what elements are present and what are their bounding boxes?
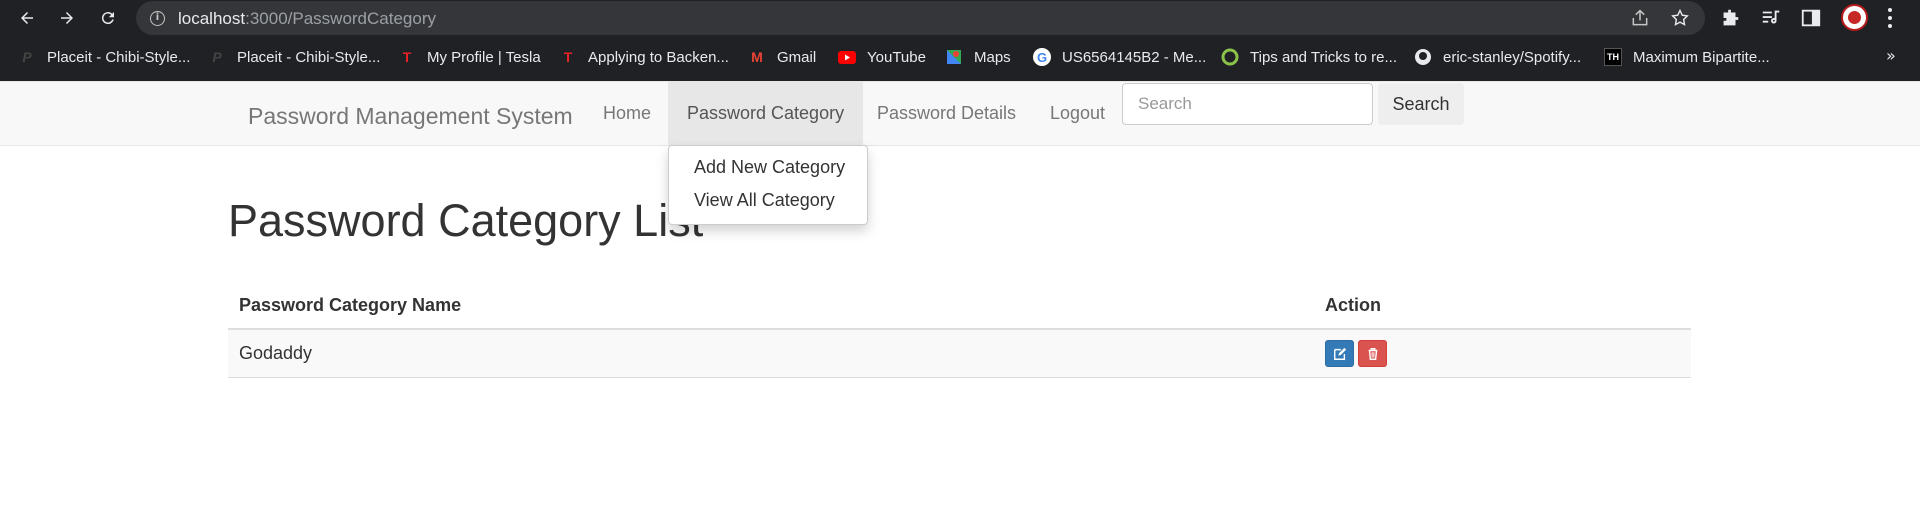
- bookmarks-bar: P Placeit - Chibi-Style... P Placeit - Chi…: [0, 42, 1920, 72]
- placeit-icon: P: [22, 49, 32, 65]
- brand-title[interactable]: Password Management System: [248, 103, 573, 130]
- bookmark-item[interactable]: P Placeit - Chibi-Style...: [18, 42, 190, 72]
- column-header-action: Action: [1325, 295, 1381, 315]
- table-row: Godaddy: [228, 330, 1691, 378]
- search-button[interactable]: Search: [1378, 83, 1464, 125]
- arrow-right-icon: [61, 12, 73, 24]
- browser-chrome: i localhost:3000/PasswordCategory P Place…: [0, 0, 1920, 81]
- youtube-icon: [838, 48, 856, 66]
- bookmark-item[interactable]: T My Profile | Tesla: [398, 42, 541, 72]
- search-input[interactable]: [1122, 83, 1373, 125]
- address-bar[interactable]: i localhost:3000/PasswordCategory: [136, 1, 1705, 35]
- menu-item-add-category[interactable]: Add New Category: [694, 157, 845, 178]
- url-text: localhost:3000/PasswordCategory: [178, 9, 436, 29]
- bookmark-item[interactable]: Maps: [945, 42, 1011, 72]
- browser-menu-icon[interactable]: [1886, 6, 1894, 30]
- bookmark-item[interactable]: TH Maximum Bipartite...: [1604, 42, 1770, 72]
- avatar-image: [1848, 11, 1861, 24]
- bookmark-item[interactable]: M Gmail: [748, 42, 816, 72]
- bookmark-item[interactable]: T Applying to Backen...: [559, 42, 729, 72]
- tesla-icon: T: [402, 49, 412, 65]
- delete-button[interactable]: [1358, 340, 1387, 367]
- bookmark-item[interactable]: Tips and Tricks to re...: [1221, 42, 1397, 72]
- placeit-icon: P: [212, 49, 222, 65]
- profile-avatar[interactable]: [1841, 4, 1868, 31]
- table-header: Password Category Name Action: [228, 285, 1691, 330]
- extensions-icon[interactable]: [1719, 7, 1741, 29]
- google-icon: G: [1033, 48, 1051, 66]
- github-icon: [1414, 48, 1432, 66]
- maps-icon: [945, 48, 963, 66]
- bookmark-item[interactable]: P Placeit - Chibi-Style...: [208, 42, 380, 72]
- media-controls-icon[interactable]: [1760, 7, 1782, 29]
- page-title: Password Category List: [228, 195, 704, 246]
- star-icon[interactable]: [1670, 8, 1690, 28]
- side-panel-icon[interactable]: [1800, 7, 1822, 29]
- menu-item-view-all-category[interactable]: View All Category: [694, 190, 835, 211]
- gmail-icon: M: [751, 49, 763, 65]
- nav-home[interactable]: Home: [584, 82, 670, 145]
- info-icon[interactable]: i: [150, 11, 165, 26]
- forward-button[interactable]: [52, 3, 82, 33]
- arrow-left-icon: [21, 12, 33, 24]
- category-table: Password Category Name Action Godaddy: [228, 285, 1691, 378]
- category-dropdown-menu: Add New Category View All Category: [668, 145, 868, 225]
- url-host: localhost: [178, 9, 246, 28]
- app-navbar: Password Management System Home Password…: [0, 81, 1920, 146]
- nav-logout[interactable]: Logout: [1031, 82, 1124, 145]
- tesla-icon: T: [563, 49, 573, 65]
- bookmark-item[interactable]: YouTube: [838, 42, 926, 72]
- browser-toolbar: i localhost:3000/PasswordCategory: [0, 0, 1920, 36]
- trash-icon: [1368, 347, 1377, 360]
- category-name-cell: Godaddy: [239, 343, 313, 363]
- back-button[interactable]: [12, 3, 42, 33]
- bookmark-item[interactable]: eric-stanley/Spotify...: [1414, 42, 1581, 72]
- bookmarks-overflow-button[interactable]: »: [1886, 46, 1896, 65]
- nav-password-details[interactable]: Password Details: [858, 82, 1035, 145]
- reload-icon: [101, 12, 114, 25]
- column-header-name: Password Category Name: [239, 295, 462, 315]
- share-icon[interactable]: [1630, 8, 1650, 28]
- url-path: :3000/PasswordCategory: [245, 9, 436, 28]
- nav-password-category[interactable]: Password Category: [668, 82, 864, 145]
- th-icon: TH: [1604, 48, 1622, 66]
- bookmark-item[interactable]: G US6564145B2 - Me...: [1033, 42, 1206, 72]
- circle-icon: [1221, 48, 1239, 66]
- edit-icon: [1333, 347, 1346, 360]
- reload-button[interactable]: [93, 3, 123, 33]
- edit-button[interactable]: [1325, 340, 1354, 367]
